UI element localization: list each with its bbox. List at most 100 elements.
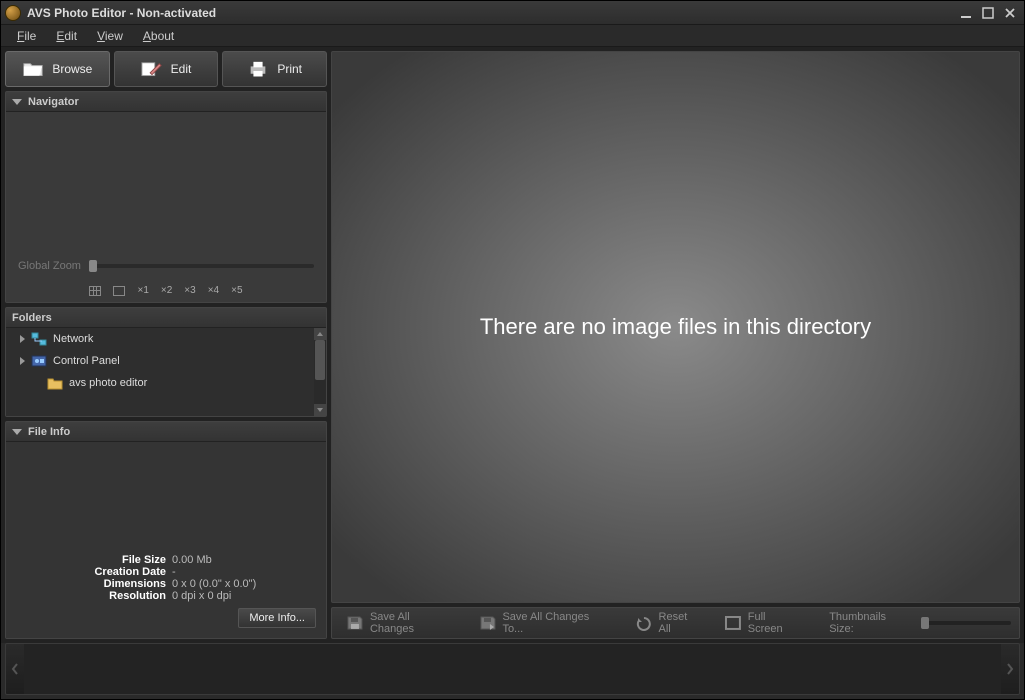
folder-icon (47, 376, 63, 390)
dimensions-value: 0 x 0 (0.0" x 0.0") (172, 578, 316, 590)
zoom-x4[interactable]: ×4 (208, 285, 219, 296)
fileinfo-panel: File Info File Size 0.00 Mb Creation Dat… (5, 421, 327, 639)
save-icon (346, 615, 364, 631)
menu-view[interactable]: View (87, 27, 133, 45)
mode-buttons: Browse Edit Print (5, 51, 327, 87)
scroll-thumb[interactable] (315, 340, 325, 380)
tree-item-network[interactable]: Network (6, 328, 314, 350)
right-panel: There are no image files in this directo… (331, 51, 1020, 639)
menu-file[interactable]: File (7, 27, 46, 45)
window-title: AVS Photo Editor - Non-activated (27, 6, 956, 20)
fileinfo-header[interactable]: File Info (6, 422, 326, 442)
zoom-grid-icon[interactable] (89, 286, 101, 296)
zoom-steps: ×1 ×2 ×3 ×4 ×5 (6, 285, 326, 296)
scroll-track[interactable] (314, 340, 326, 404)
edit-label: Edit (171, 62, 192, 76)
app-window: AVS Photo Editor - Non-activated File Ed… (0, 0, 1025, 700)
window-controls (956, 5, 1020, 21)
image-canvas: There are no image files in this directo… (331, 51, 1020, 603)
reset-all-label: Reset All (659, 611, 702, 635)
folder-open-icon (22, 60, 44, 78)
zoom-x1[interactable]: ×1 (137, 285, 148, 296)
slider-thumb[interactable] (89, 260, 97, 272)
fileinfo-title: File Info (28, 426, 70, 438)
zoom-x5[interactable]: ×5 (231, 285, 242, 296)
close-button[interactable] (1000, 5, 1020, 21)
save-all-label: Save All Changes (370, 611, 457, 635)
global-zoom-row: Global Zoom (6, 260, 326, 272)
thumbnail-size-control: Thumbnails Size: (829, 611, 1011, 635)
creationdate-value: - (172, 566, 316, 578)
left-panel: Browse Edit Print (5, 51, 327, 639)
filmstrip-left-button[interactable] (6, 644, 24, 694)
tree-label: avs photo editor (69, 377, 147, 389)
tree-item-avs-folder[interactable]: avs photo editor (6, 372, 314, 394)
slider-thumb[interactable] (921, 617, 929, 629)
navigator-panel: Navigator Global Zoom ×1 ×2 ×3 ×4 ×5 (5, 91, 327, 303)
full-screen-label: Full Screen (748, 611, 803, 635)
browse-button[interactable]: Browse (5, 51, 110, 87)
folders-header[interactable]: Folders (6, 308, 326, 328)
filesize-value: 0.00 Mb (172, 554, 316, 566)
minimize-button[interactable] (956, 5, 976, 21)
more-info-button[interactable]: More Info... (238, 608, 316, 628)
folders-panel: Folders Network Control Panel (5, 307, 327, 417)
expand-icon[interactable] (20, 357, 25, 365)
main-area: Browse Edit Print (1, 47, 1024, 643)
fileinfo-grid: File Size 0.00 Mb Creation Date - Dimens… (16, 554, 316, 602)
scroll-down-icon[interactable] (314, 404, 326, 416)
bottom-toolbar: Save All Changes Save All Changes To... … (331, 607, 1020, 639)
tree-label: Control Panel (53, 355, 120, 367)
global-zoom-slider[interactable] (89, 264, 314, 268)
zoom-fit-icon[interactable] (113, 286, 125, 296)
expand-icon[interactable] (20, 335, 25, 343)
fullscreen-icon (724, 615, 742, 631)
folders-body: Network Control Panel avs photo editor (6, 328, 326, 416)
global-zoom-label: Global Zoom (18, 260, 81, 272)
navigator-body: Global Zoom ×1 ×2 ×3 ×4 ×5 (6, 112, 326, 302)
maximize-button[interactable] (978, 5, 998, 21)
collapse-icon (12, 99, 22, 105)
filesize-label: File Size (16, 554, 166, 566)
print-button[interactable]: Print (222, 51, 327, 87)
fileinfo-body: File Size 0.00 Mb Creation Date - Dimens… (6, 442, 326, 638)
titlebar: AVS Photo Editor - Non-activated (1, 1, 1024, 25)
resolution-label: Resolution (16, 590, 166, 602)
filmstrip-right-button[interactable] (1001, 644, 1019, 694)
resolution-value: 0 dpi x 0 dpi (172, 590, 316, 602)
zoom-x2[interactable]: ×2 (161, 285, 172, 296)
menu-about[interactable]: About (133, 27, 184, 45)
save-all-button[interactable]: Save All Changes (340, 607, 463, 639)
zoom-x3[interactable]: ×3 (184, 285, 195, 296)
folders-scrollbar[interactable] (314, 328, 326, 416)
network-icon (31, 332, 47, 346)
save-as-icon (479, 615, 497, 631)
creationdate-label: Creation Date (16, 566, 166, 578)
tree-label: Network (53, 333, 93, 345)
pencil-icon (141, 60, 163, 78)
tree-item-control-panel[interactable]: Control Panel (6, 350, 314, 372)
menubar: File Edit View About (1, 25, 1024, 47)
thumbnail-size-label: Thumbnails Size: (829, 611, 913, 635)
reset-icon (635, 615, 653, 631)
filmstrip (5, 643, 1020, 695)
control-panel-icon (31, 354, 47, 368)
save-all-to-label: Save All Changes To... (502, 611, 612, 635)
print-label: Print (277, 62, 302, 76)
browse-label: Browse (52, 62, 92, 76)
collapse-icon (12, 429, 22, 435)
menu-edit[interactable]: Edit (46, 27, 87, 45)
full-screen-button[interactable]: Full Screen (718, 607, 809, 639)
edit-button[interactable]: Edit (114, 51, 219, 87)
navigator-header[interactable]: Navigator (6, 92, 326, 112)
filmstrip-body[interactable] (24, 644, 1001, 694)
printer-icon (247, 60, 269, 78)
save-all-to-button[interactable]: Save All Changes To... (473, 607, 619, 639)
scroll-up-icon[interactable] (314, 328, 326, 340)
folder-tree: Network Control Panel avs photo editor (6, 328, 314, 416)
empty-message: There are no image files in this directo… (480, 314, 871, 340)
navigator-title: Navigator (28, 96, 79, 108)
reset-all-button[interactable]: Reset All (629, 607, 708, 639)
folders-title: Folders (12, 312, 52, 324)
thumbnail-size-slider[interactable] (921, 621, 1011, 625)
